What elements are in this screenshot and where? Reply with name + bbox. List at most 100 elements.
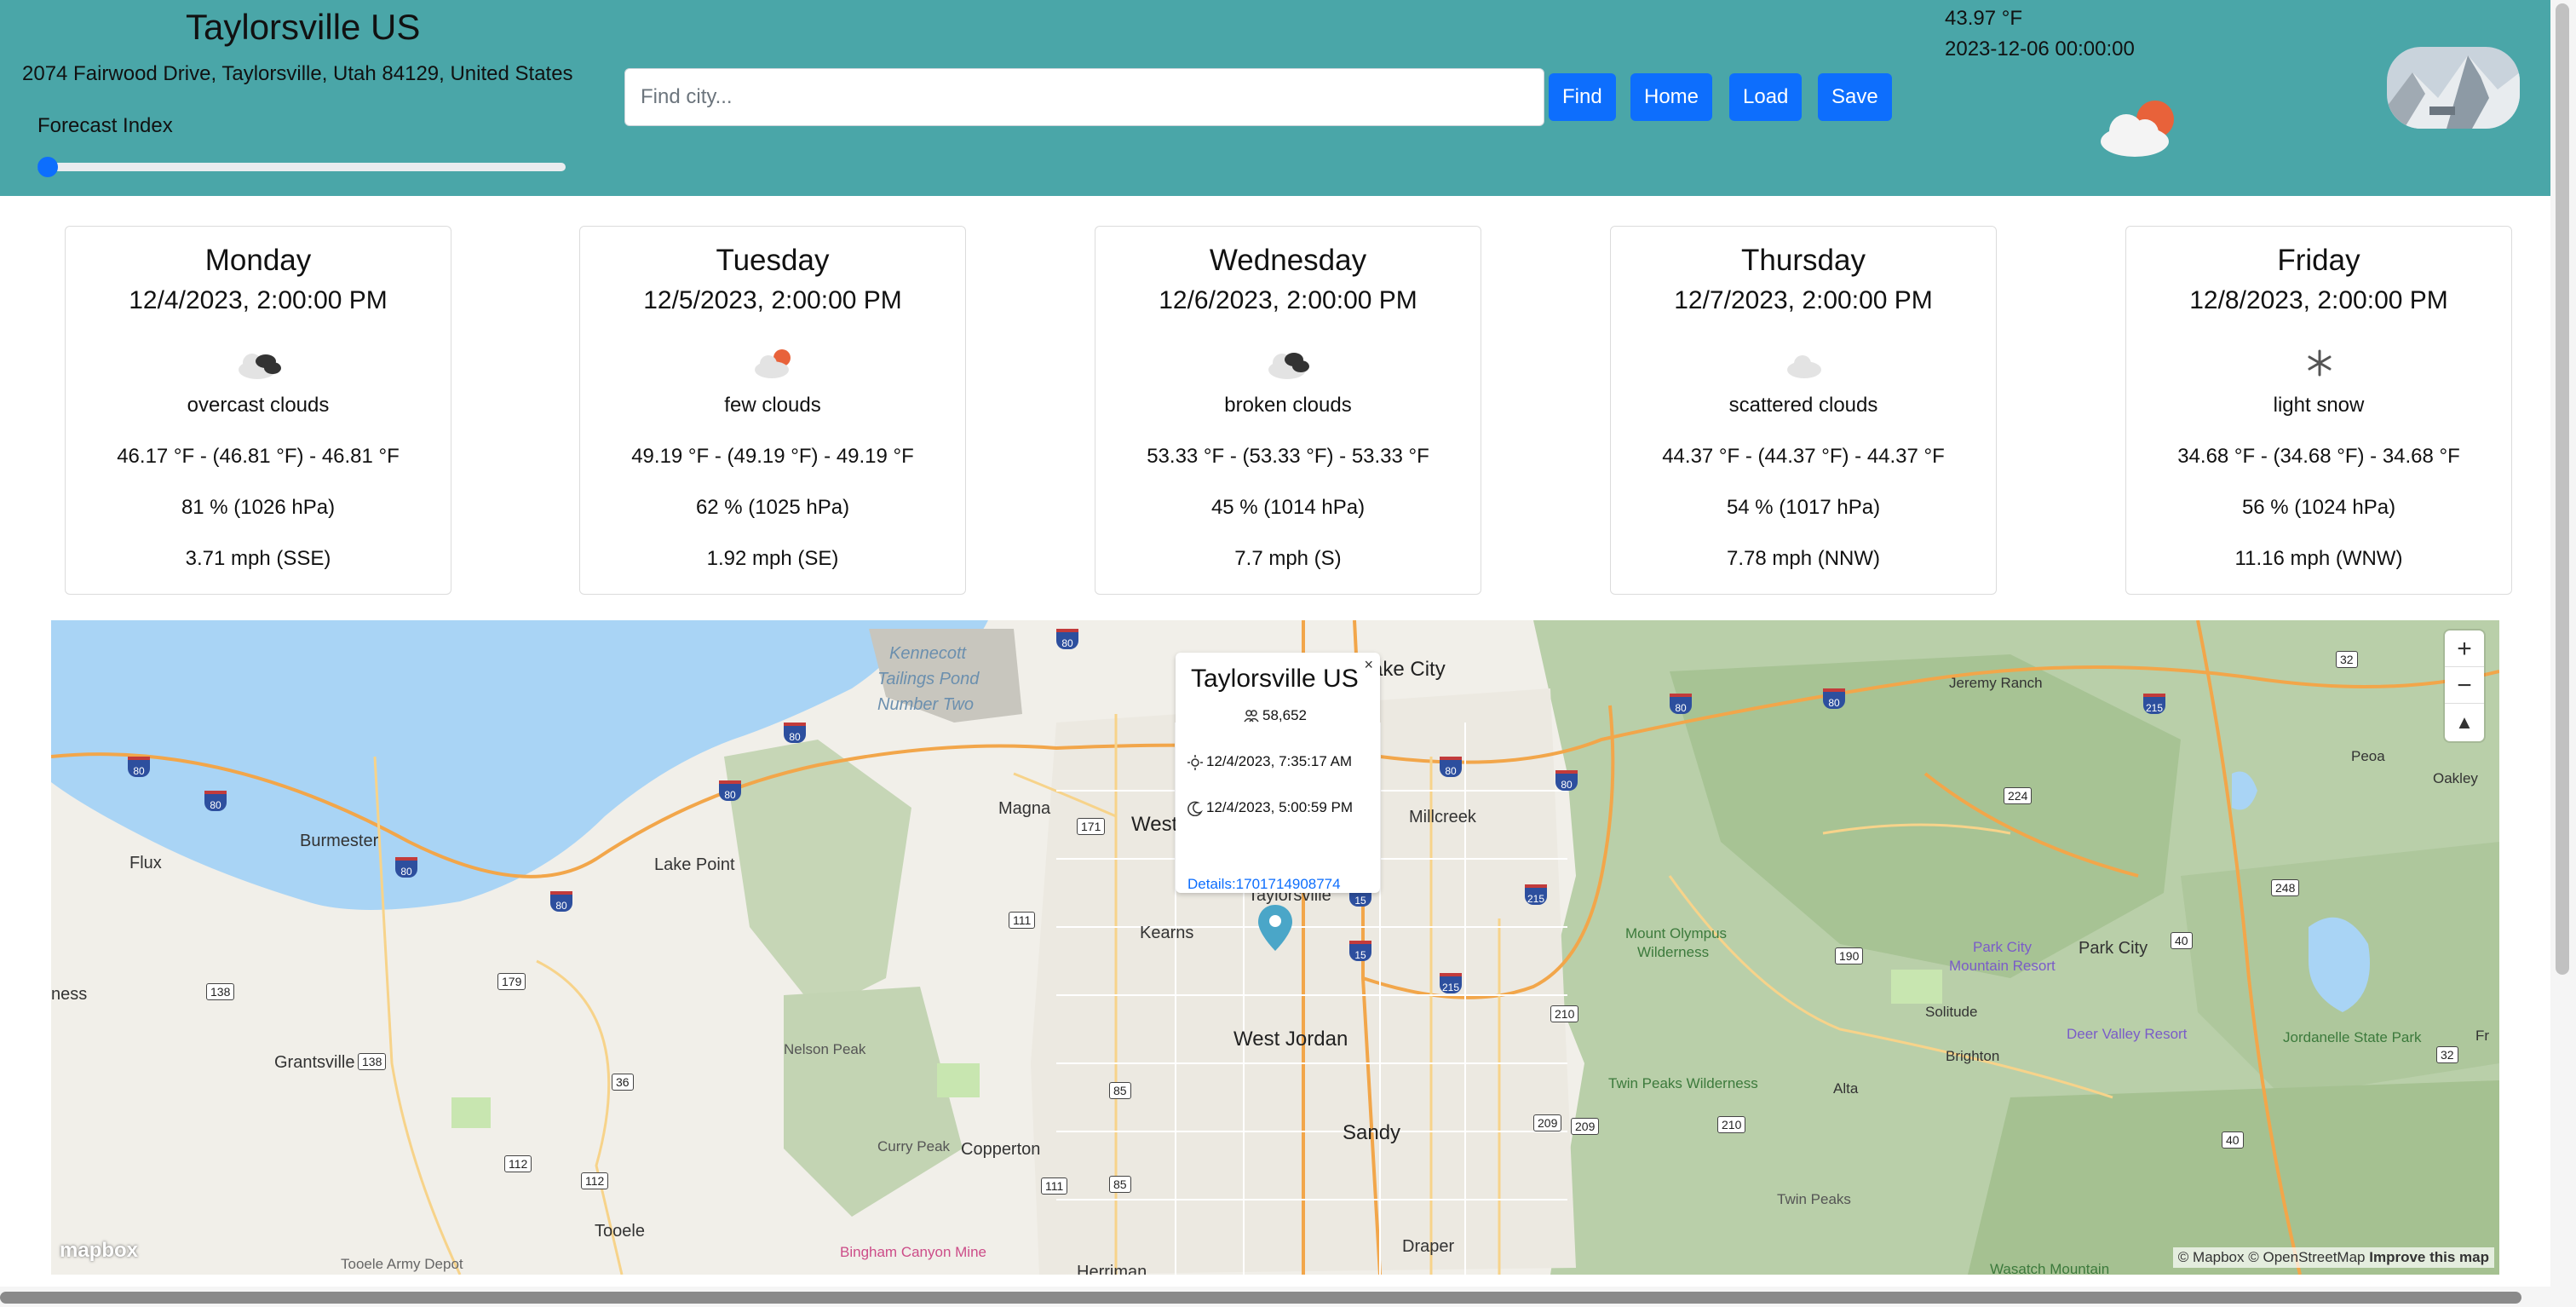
interstate-shield: 215 [1525, 884, 1547, 905]
map-label-west-jordan: West Jordan [1233, 1028, 1348, 1051]
route-shield: 32 [2336, 651, 2358, 668]
map-label-tailings-pond: Tailings Pond [877, 670, 980, 688]
forecast-wind: 3.71 mph (SSE) [185, 547, 331, 570]
zoom-out-button[interactable]: − [2445, 667, 2484, 704]
map-label-peoa: Peoa [2351, 748, 2385, 764]
search-input[interactable] [624, 68, 1544, 126]
popup-sunrise: 12/4/2023, 7:35:17 AM [1206, 753, 1353, 769]
route-shield: 112 [504, 1155, 532, 1172]
forecast-description: scattered clouds [1728, 394, 1878, 417]
map-label-ness: ness [51, 985, 88, 1004]
map-label-grantsville: Grantsville [274, 1053, 355, 1072]
zoom-in-button[interactable]: + [2445, 630, 2484, 667]
route-shield: 36 [612, 1074, 634, 1091]
map-view[interactable]: ake City West Magna Millcreek Taylorsvil… [51, 620, 2499, 1275]
forecast-description: few clouds [724, 394, 821, 417]
popup-population: 58,652 [1262, 707, 1307, 723]
map-label-salt-lake-city: ake City [1371, 658, 1446, 681]
improve-map-link[interactable]: Improve this map [2369, 1249, 2489, 1265]
route-shield: 224 [2004, 787, 2033, 804]
forecast-day: Thursday [1741, 244, 1866, 277]
few-clouds-icon [2101, 101, 2174, 157]
map-label-bingham-canyon-mine: Bingham Canyon Mine [840, 1244, 986, 1260]
forecast-day: Tuesday [716, 244, 830, 277]
map-label-jordanelle-state-park: Jordanelle State Park [2283, 1029, 2422, 1045]
home-button[interactable]: Home [1630, 73, 1713, 121]
forecast-humidity: 81 % (1026 hPa) [181, 496, 336, 519]
map-label-fr: Fr [2475, 1028, 2490, 1044]
population-icon [1244, 710, 1259, 723]
current-time: 2023-12-06 00:00:00 [1945, 37, 2135, 60]
vertical-scrollbar[interactable] [2550, 0, 2576, 1307]
forecast-description: overcast clouds [187, 394, 330, 417]
route-shield: 111 [1041, 1177, 1068, 1195]
interstate-shield: 15 [1349, 941, 1371, 961]
forecast-date: 12/8/2023, 2:00:00 PM [2189, 286, 2448, 314]
forecast-wind: 11.16 mph (WNW) [2234, 547, 2403, 570]
map-label-millcreek: Millcreek [1409, 808, 1476, 826]
forecast-date: 12/7/2023, 2:00:00 PM [1674, 286, 1933, 314]
vertical-scrollbar-thumb[interactable] [2556, 3, 2569, 975]
interstate-shield: 80 [1056, 629, 1078, 649]
popup-details-link[interactable]: Details:1701714908774 [1187, 876, 1341, 893]
map-marker-pin-icon[interactable] [1256, 903, 1294, 953]
forecast-date: 12/6/2023, 2:00:00 PM [1159, 286, 1417, 314]
save-button[interactable]: Save [1818, 73, 1892, 121]
forecast-date: 12/5/2023, 2:00:00 PM [643, 286, 902, 314]
map-label-copperton: Copperton [961, 1140, 1041, 1159]
map-label-number-two: Number Two [877, 695, 974, 714]
popup-sunset: 12/4/2023, 5:00:59 PM [1206, 799, 1354, 815]
find-button[interactable]: Find [1549, 73, 1616, 121]
map-attribution: © Mapbox © OpenStreetMap Improve this ma… [2172, 1247, 2494, 1268]
popup-close-button[interactable]: × [1364, 656, 1373, 674]
forecast-description: light snow [2273, 394, 2365, 417]
interstate-shield: 80 [1823, 688, 1845, 709]
forecast-temperature: 46.17 °F - (46.81 °F) - 46.81 °F [117, 445, 400, 468]
map-label-twin-peaks: Twin Peaks [1777, 1191, 1851, 1207]
route-shield: 210 [1717, 1116, 1746, 1133]
forecast-humidity: 56 % (1024 hPa) [2241, 496, 2396, 519]
map-label-wasatch-mountain: Wasatch Mountain [1990, 1261, 2110, 1275]
map-zoom-controls: + − ▲ [2445, 630, 2484, 741]
popup-title: Taylorsville US [1191, 665, 1359, 693]
sun-icon [1187, 755, 1203, 770]
forecast-humidity: 62 % (1025 hPa) [695, 496, 850, 519]
slider-thumb[interactable] [37, 157, 58, 177]
map-label-twin-peaks-wilderness: Twin Peaks Wilderness [1608, 1075, 1758, 1091]
forecast-day: Wednesday [1209, 244, 1367, 277]
route-shield: 112 [581, 1172, 609, 1189]
route-shield: 32 [2436, 1046, 2458, 1063]
forecast-card-friday: Friday 12/8/2023, 2:00:00 PM light snow … [2125, 226, 2512, 595]
forecast-temperature: 49.19 °F - (49.19 °F) - 49.19 °F [631, 445, 914, 468]
route-shield: 138 [358, 1053, 387, 1070]
map-label-mount-olympus-wilderness: Wilderness [1637, 944, 1710, 960]
map-label-brighton: Brighton [1946, 1048, 2000, 1064]
compass-button[interactable]: ▲ [2445, 704, 2484, 740]
map-label-park-city: Park City [2079, 939, 2148, 958]
map-label-deer-valley-resort: Deer Valley Resort [2067, 1026, 2188, 1042]
map-label-nelson-peak: Nelson Peak [784, 1041, 866, 1057]
route-shield: 111 [1009, 912, 1036, 929]
forecast-day: Friday [2277, 244, 2360, 277]
forecast-index-slider[interactable] [37, 157, 566, 177]
map-label-tooele-army-depot: Tooele Army Depot [341, 1256, 463, 1272]
load-button[interactable]: Load [1729, 73, 1803, 121]
interstate-shield: 80 [719, 780, 741, 801]
horizontal-scrollbar[interactable] [0, 1287, 2550, 1307]
attribution-text[interactable]: © Mapbox © OpenStreetMap [2178, 1249, 2366, 1265]
moon-icon [1187, 801, 1203, 816]
map-label-sandy: Sandy [1343, 1121, 1401, 1144]
route-shield: 171 [1077, 818, 1106, 835]
broken-clouds-icon [1268, 353, 1309, 379]
forecast-card-thursday: Thursday 12/7/2023, 2:00:00 PM scattered… [1610, 226, 1997, 595]
route-shield: 85 [1109, 1176, 1131, 1193]
mapbox-logo[interactable]: mapbox [60, 1239, 138, 1263]
map-label-kennecott: Kennecott [889, 644, 967, 663]
forecast-temperature: 34.68 °F - (34.68 °F) - 34.68 °F [2177, 445, 2460, 468]
map-label-flux: Flux [129, 854, 162, 872]
horizontal-scrollbar-thumb[interactable] [0, 1292, 2521, 1304]
city-title: Taylorsville US [186, 7, 421, 47]
forecast-date: 12/4/2023, 2:00:00 PM [129, 286, 388, 314]
map-label-herriman: Herriman [1077, 1263, 1147, 1275]
forecast-temperature: 44.37 °F - (44.37 °F) - 44.37 °F [1662, 445, 1945, 468]
